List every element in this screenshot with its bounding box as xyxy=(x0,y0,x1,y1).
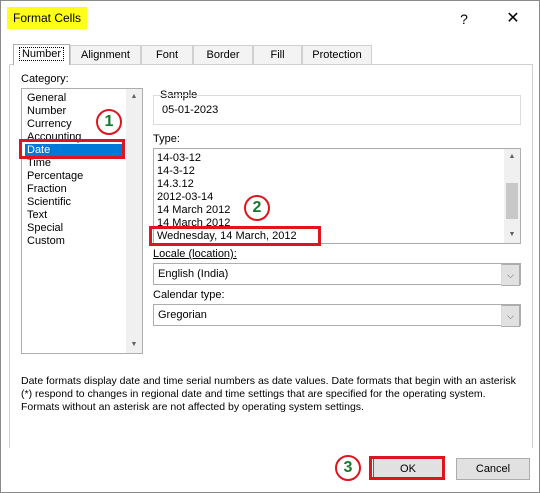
locale-value: English (India) xyxy=(158,268,229,280)
dialog-footer: OK Cancel xyxy=(1,448,539,492)
locale-select[interactable]: English (India) ⌵ xyxy=(153,263,521,286)
tab-font[interactable]: Font xyxy=(141,45,193,64)
number-tab-panel: Category: General Number Currency Accoun… xyxy=(9,64,533,449)
tab-number-label: Number xyxy=(18,47,65,61)
step-2-badge: 2 xyxy=(244,195,270,221)
title-bar: Format Cells ? ✕ xyxy=(1,1,539,37)
dialog-title: Format Cells xyxy=(7,7,88,29)
highlight-date-type xyxy=(149,226,321,246)
highlight-date-category xyxy=(19,139,125,159)
scroll-down-icon[interactable]: ▼ xyxy=(126,337,142,353)
calendar-type-value: Gregorian xyxy=(158,309,207,321)
scroll-up-icon[interactable]: ▲ xyxy=(504,149,520,165)
category-item-text[interactable]: Text xyxy=(25,209,123,222)
sample-value: 05-01-2023 xyxy=(162,104,219,116)
close-button[interactable]: ✕ xyxy=(501,8,525,30)
type-scrollbar[interactable]: ▲ ▼ xyxy=(504,149,520,243)
category-item-fraction[interactable]: Fraction xyxy=(25,183,123,196)
format-cells-dialog: Format Cells ? ✕ Number Alignment Font B… xyxy=(0,0,540,493)
type-item[interactable]: 14.3.12 xyxy=(157,178,194,191)
tab-alignment[interactable]: Alignment xyxy=(70,45,141,64)
type-item[interactable]: 2012-03-14 xyxy=(157,191,213,204)
highlight-ok-button xyxy=(369,456,445,480)
type-item[interactable]: 14-3-12 xyxy=(157,165,195,178)
help-button[interactable]: ? xyxy=(453,9,475,29)
tab-fill[interactable]: Fill xyxy=(253,45,302,64)
tab-number[interactable]: Number xyxy=(13,44,70,65)
type-label: Type: xyxy=(153,133,180,145)
category-item-special[interactable]: Special xyxy=(25,222,123,235)
category-label: Category: xyxy=(21,73,69,85)
category-list[interactable]: General Number Currency Accounting Date … xyxy=(21,88,143,354)
cancel-button[interactable]: Cancel xyxy=(456,458,530,480)
tab-protection[interactable]: Protection xyxy=(302,45,372,64)
category-item-custom[interactable]: Custom xyxy=(25,235,123,248)
category-item-scientific[interactable]: Scientific xyxy=(25,196,123,209)
calendar-type-select[interactable]: Gregorian ⌵ xyxy=(153,304,521,327)
category-item-percentage[interactable]: Percentage xyxy=(25,170,123,183)
type-item[interactable]: 14 March 2012 xyxy=(157,204,230,217)
scroll-thumb[interactable] xyxy=(506,183,518,219)
step-1-badge: 1 xyxy=(96,109,122,135)
chevron-down-icon[interactable]: ⌵ xyxy=(501,264,520,286)
format-description: Date formats display date and time seria… xyxy=(21,375,516,413)
type-item[interactable]: 14-03-12 xyxy=(157,152,201,165)
locale-label-text: Locale (location): xyxy=(153,248,237,260)
step-3-badge: 3 xyxy=(335,455,361,481)
scroll-up-icon[interactable]: ▲ xyxy=(126,89,142,105)
tab-border[interactable]: Border xyxy=(193,45,253,64)
calendar-type-label: Calendar type: xyxy=(153,289,225,301)
category-scrollbar[interactable]: ▲ ▼ xyxy=(126,89,142,353)
sample-box: 05-01-2023 xyxy=(153,95,521,125)
chevron-down-icon[interactable]: ⌵ xyxy=(501,305,520,327)
locale-label: Locale (location): xyxy=(153,248,237,260)
scroll-down-icon[interactable]: ▼ xyxy=(504,227,520,243)
category-item-general[interactable]: General xyxy=(25,92,123,105)
